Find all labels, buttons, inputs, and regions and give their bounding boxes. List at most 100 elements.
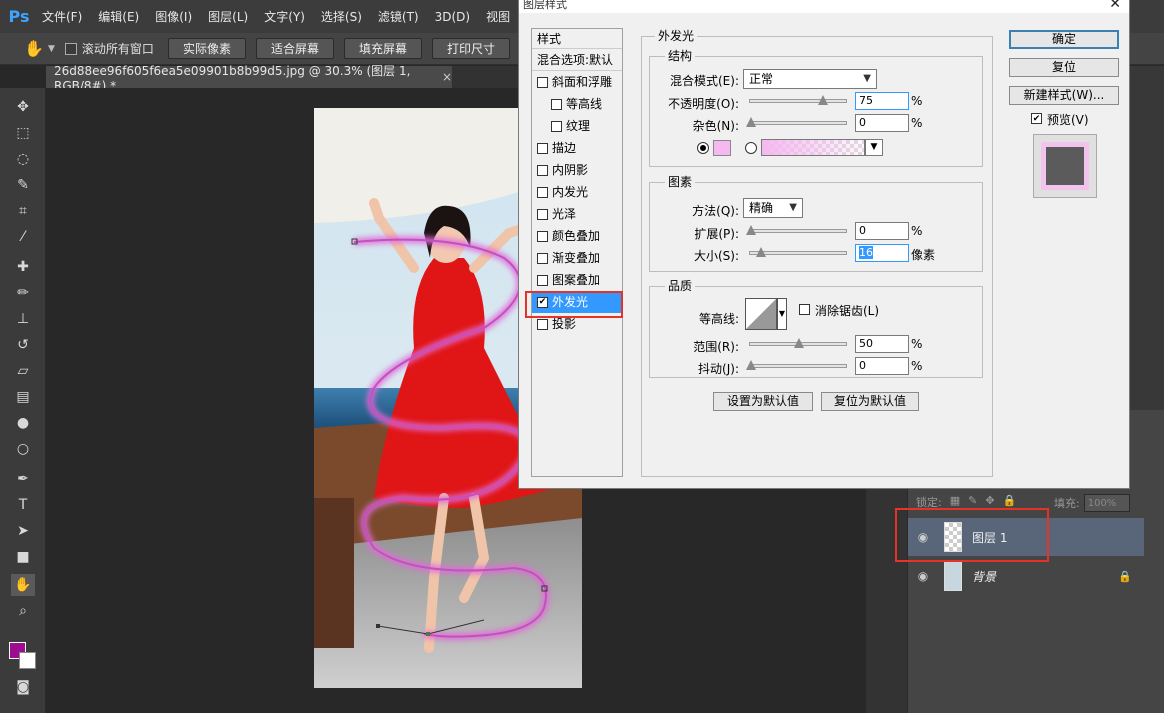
styles-header[interactable]: 样式 (532, 29, 622, 49)
size-input[interactable]: 16 (855, 244, 909, 262)
jitter-slider-thumb[interactable] (746, 360, 756, 370)
menu-filter[interactable]: 滤镜(T) (370, 8, 427, 25)
brush-tool-icon[interactable]: ✏ (11, 282, 35, 304)
tool-preset-arrow-icon[interactable]: ▼ (48, 44, 55, 54)
scroll-all-windows-checkbox[interactable]: 滚动所有窗口 (64, 40, 154, 57)
spread-slider[interactable] (746, 225, 847, 235)
fill-screen-button[interactable]: 填充屏幕 (343, 38, 422, 59)
visibility-eye-icon[interactable]: ◉ (908, 569, 938, 583)
menu-view[interactable]: 视图 (478, 8, 518, 25)
checkbox-icon[interactable] (537, 142, 548, 154)
spread-input[interactable]: 0 (855, 222, 909, 240)
reset-default-button[interactable]: 复位为默认值 (821, 392, 919, 411)
menu-type[interactable]: 文字(Y) (256, 8, 313, 25)
style-item-gradient-overlay[interactable]: 渐变叠加 (532, 247, 622, 269)
menu-3d[interactable]: 3D(D) (427, 10, 478, 24)
range-input[interactable]: 50 (855, 335, 909, 353)
checkbox-icon[interactable] (537, 274, 548, 286)
crop-tool-icon[interactable]: ⌗ (11, 200, 35, 222)
document-tab[interactable]: 26d88ee96f605f6ea5e09901b8b99d5.jpg @ 30… (46, 64, 452, 93)
style-item-texture[interactable]: 纹理 (532, 115, 622, 137)
background-color-swatch[interactable] (19, 652, 36, 669)
eraser-tool-icon[interactable]: ▱ (11, 360, 35, 382)
style-item-inner-glow[interactable]: 内发光 (532, 181, 622, 203)
checkbox-icon[interactable] (551, 98, 562, 110)
fill-input[interactable]: 100% (1083, 494, 1130, 512)
noise-input[interactable]: 0 (855, 114, 909, 132)
spread-slider-thumb[interactable] (746, 225, 756, 235)
reset-button[interactable]: 复位 (1009, 58, 1119, 77)
new-style-button[interactable]: 新建样式(W)... (1009, 86, 1119, 105)
ok-button[interactable]: 确定 (1009, 30, 1119, 49)
checkbox-icon[interactable] (537, 164, 548, 176)
gradient-swatch[interactable] (761, 139, 865, 156)
marquee-tool-icon[interactable]: ⬚ (11, 122, 35, 144)
checkbox-icon[interactable] (537, 230, 548, 242)
style-item-color-overlay[interactable]: 颜色叠加 (532, 225, 622, 247)
preview-checkbox[interactable]: ✔ (1031, 113, 1042, 124)
size-slider-thumb[interactable] (756, 247, 766, 257)
jitter-input[interactable]: 0 (855, 357, 909, 375)
checkbox-icon[interactable] (537, 318, 548, 330)
style-item-contour[interactable]: 等高线 (532, 93, 622, 115)
range-slider[interactable] (749, 338, 847, 348)
zoom-tool-icon[interactable]: ⌕ (11, 600, 35, 622)
checkbox-icon[interactable] (551, 120, 562, 132)
gradient-dropdown-icon[interactable]: ▼ (865, 139, 883, 156)
hand-tool-icon[interactable]: ✋ (20, 37, 48, 61)
menu-edit[interactable]: 编辑(E) (90, 8, 147, 25)
quick-mask-icon[interactable]: ◙ (11, 676, 35, 698)
style-item-pattern-overlay[interactable]: 图案叠加 (532, 269, 622, 291)
gradient-radio[interactable] (745, 142, 757, 154)
antialias-checkbox[interactable] (799, 304, 810, 315)
size-slider[interactable] (749, 247, 847, 257)
contour-dropdown-icon[interactable]: ▼ (777, 298, 787, 330)
history-brush-tool-icon[interactable]: ↺ (11, 334, 35, 356)
menu-select[interactable]: 选择(S) (313, 8, 370, 25)
set-default-button[interactable]: 设置为默认值 (713, 392, 813, 411)
checkbox-icon[interactable] (537, 208, 548, 220)
stamp-tool-icon[interactable]: ⊥ (11, 308, 35, 330)
dodge-tool-icon[interactable]: ○ (11, 438, 35, 460)
noise-slider-thumb[interactable] (746, 117, 756, 127)
gradient-tool-icon[interactable]: ▤ (11, 386, 35, 408)
style-item-satin[interactable]: 光泽 (532, 203, 622, 225)
menu-file[interactable]: 文件(F) (34, 8, 90, 25)
blend-options-item[interactable]: 混合选项:默认 (532, 49, 622, 71)
hand-tool-active-icon[interactable]: ✋ (11, 574, 35, 596)
style-item-bevel[interactable]: 斜面和浮雕 (532, 71, 622, 93)
lasso-tool-icon[interactable]: ◌ (11, 148, 35, 170)
blur-tool-icon[interactable]: ● (11, 412, 35, 434)
style-item-stroke[interactable]: 描边 (532, 137, 622, 159)
healing-brush-tool-icon[interactable]: ✚ (11, 256, 35, 278)
blend-mode-select[interactable]: 正常 ▼ (743, 69, 877, 89)
checkbox-icon[interactable] (537, 76, 548, 88)
menu-layer[interactable]: 图层(L) (200, 8, 256, 25)
solid-color-radio[interactable] (697, 142, 709, 154)
fit-screen-button[interactable]: 适合屏幕 (255, 38, 334, 59)
eyedropper-tool-icon[interactable]: ⁄ (11, 226, 35, 248)
glow-color-swatch[interactable] (713, 140, 731, 156)
contour-picker[interactable] (745, 298, 777, 330)
actual-pixels-button[interactable]: 实际像素 (167, 38, 246, 59)
opacity-input[interactable]: 75 (855, 92, 909, 110)
range-slider-thumb[interactable] (794, 338, 804, 348)
style-item-inner-shadow[interactable]: 内阴影 (532, 159, 622, 181)
opacity-slider[interactable] (749, 95, 847, 105)
technique-select[interactable]: 精确 ▼ (743, 198, 803, 218)
close-icon[interactable]: × (442, 70, 452, 84)
checkbox-icon[interactable] (537, 186, 548, 198)
path-select-tool-icon[interactable]: ➤ (11, 520, 35, 542)
rectangle-tool-icon[interactable]: ■ (11, 546, 35, 568)
noise-slider[interactable] (746, 117, 847, 127)
jitter-slider[interactable] (746, 360, 847, 370)
pen-tool-icon[interactable]: ✒ (11, 468, 35, 490)
opacity-slider-thumb[interactable] (818, 95, 828, 105)
checkbox-icon[interactable] (537, 252, 548, 264)
print-size-button[interactable]: 打印尺寸 (431, 38, 510, 59)
close-icon[interactable]: ✕ (1109, 0, 1121, 12)
layer-row-background[interactable]: ◉ 背景 🔒 (908, 557, 1144, 595)
type-tool-icon[interactable]: T (11, 494, 35, 516)
menu-image[interactable]: 图像(I) (147, 8, 200, 25)
move-tool-icon[interactable]: ✥ (11, 96, 35, 118)
